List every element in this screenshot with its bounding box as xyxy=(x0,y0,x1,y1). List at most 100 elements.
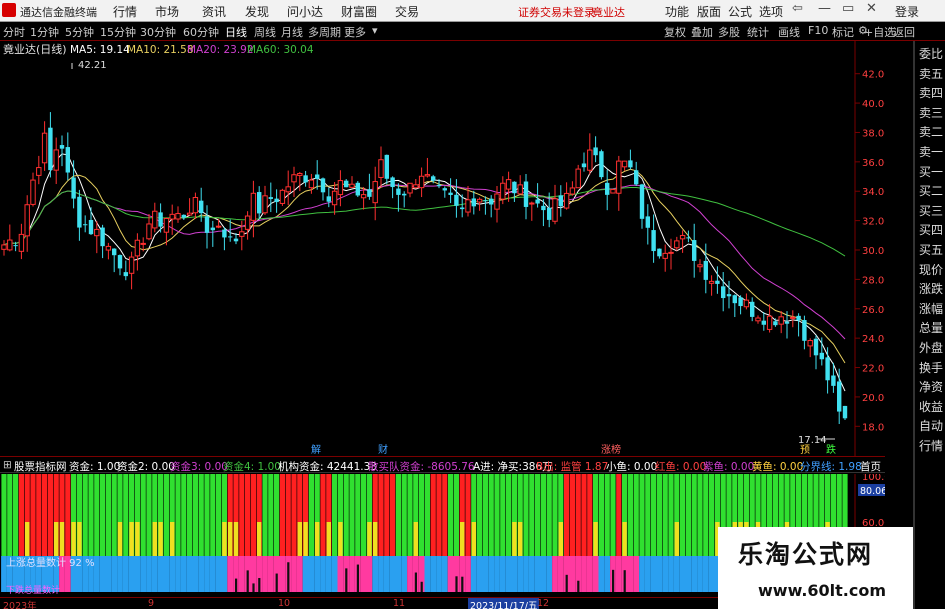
candle-body-up[interactable] xyxy=(169,213,175,220)
candle-body-down[interactable] xyxy=(639,184,645,219)
candle-body-down[interactable] xyxy=(761,320,766,325)
login-button[interactable]: 登录 xyxy=(895,3,919,20)
candle-body-up[interactable] xyxy=(331,190,338,206)
candle-body-up[interactable] xyxy=(53,149,59,171)
candle-body-up[interactable] xyxy=(239,231,245,237)
event-tag-drop[interactable]: 跌 xyxy=(826,443,836,456)
menu-item-news[interactable]: 资讯 xyxy=(202,3,226,20)
candle-body-up[interactable] xyxy=(152,210,158,229)
candle-body-down[interactable] xyxy=(784,321,790,324)
candle-body-up[interactable] xyxy=(186,212,193,216)
candle-body-down[interactable] xyxy=(692,240,697,261)
toolbar-multi-stock[interactable]: 多股 xyxy=(718,24,740,40)
candle-body-down[interactable] xyxy=(825,357,830,381)
candle-body-up[interactable] xyxy=(552,198,558,222)
event-tag-forecast[interactable]: 预 xyxy=(800,444,810,456)
candle-body-up[interactable] xyxy=(360,194,367,199)
indicator-home-button[interactable]: 首页 xyxy=(860,459,881,474)
candle-body-up[interactable] xyxy=(505,179,512,190)
candle-body-up[interactable] xyxy=(192,197,199,214)
toolbar-add-watchlist[interactable]: +自选 xyxy=(864,24,895,40)
candle-body-up[interactable] xyxy=(30,179,36,205)
candle-body-down[interactable] xyxy=(738,297,743,307)
side-panel-item[interactable]: 收益 xyxy=(919,398,943,415)
candle-body-down[interactable] xyxy=(837,381,842,412)
candle-body-down[interactable] xyxy=(715,280,720,284)
candle-body-up[interactable] xyxy=(418,175,425,189)
period-multi[interactable]: 多周期 xyxy=(308,24,341,40)
candle-body-up[interactable] xyxy=(291,174,297,183)
side-panel-item[interactable]: 买三 xyxy=(919,202,943,219)
period-tick[interactable]: 分时 xyxy=(3,24,25,40)
menu-item-market[interactable]: 市场 xyxy=(155,3,179,20)
candle-body-down[interactable] xyxy=(634,170,639,185)
candle-body-down[interactable] xyxy=(645,216,650,228)
candle-body-up[interactable] xyxy=(134,239,141,257)
candle-body-down[interactable] xyxy=(489,198,494,205)
candle-body-up[interactable] xyxy=(337,180,344,196)
candle-body-up[interactable] xyxy=(250,192,257,221)
candle-body-down[interactable] xyxy=(535,199,540,204)
candle-body-down[interactable] xyxy=(512,181,517,194)
side-panel-item[interactable]: 总量 xyxy=(919,319,943,336)
side-panel-item[interactable]: 买一 xyxy=(919,163,943,180)
toolbar-back[interactable]: 返回 xyxy=(893,24,915,40)
candle-body-down[interactable] xyxy=(547,207,552,220)
candle-body-up[interactable] xyxy=(610,189,616,194)
candle-body-down[interactable] xyxy=(732,295,737,304)
candle-body-down[interactable] xyxy=(199,200,204,214)
candle-body-down[interactable] xyxy=(628,160,633,168)
logout-icon[interactable]: ⇦ xyxy=(792,1,803,16)
candle-body-down[interactable] xyxy=(77,196,82,228)
candle-body-down[interactable] xyxy=(599,151,604,178)
candle-body-up[interactable] xyxy=(674,240,680,249)
side-panel-item[interactable]: 自动 xyxy=(919,417,943,434)
candle-body-down[interactable] xyxy=(100,227,105,247)
period-60min[interactable]: 60分钟 xyxy=(183,24,219,40)
candle-body-up[interactable] xyxy=(465,199,471,213)
candle-body-down[interactable] xyxy=(65,147,70,173)
candle-body-up[interactable] xyxy=(662,252,668,259)
candle-body-up[interactable] xyxy=(766,315,773,330)
candle-body-up[interactable] xyxy=(500,182,506,200)
candle-body-down[interactable] xyxy=(431,176,436,181)
period-monthly[interactable]: 月线 xyxy=(281,24,303,40)
period-1min[interactable]: 1分钟 xyxy=(30,24,59,40)
candle-body-down[interactable] xyxy=(204,216,210,233)
period-30min[interactable]: 30分钟 xyxy=(140,24,176,40)
candle-body-down[interactable] xyxy=(123,272,128,277)
candle-body-down[interactable] xyxy=(228,236,233,238)
candle-body-up[interactable] xyxy=(587,149,593,171)
maximize-icon[interactable]: ▭ xyxy=(842,1,854,16)
candle-body-up[interactable] xyxy=(24,204,30,237)
period-15min[interactable]: 15分钟 xyxy=(100,24,136,40)
candle-body-down[interactable] xyxy=(819,352,824,360)
candle-body-up[interactable] xyxy=(378,159,384,178)
candle-body-down[interactable] xyxy=(605,182,610,195)
menu-item-trade[interactable]: 交易 xyxy=(395,3,419,20)
candle-body-down[interactable] xyxy=(88,219,94,235)
candle-body-down[interactable] xyxy=(442,188,447,191)
candle-body-down[interactable] xyxy=(558,195,563,207)
candle-body-down[interactable] xyxy=(320,178,326,193)
menu-item-layout[interactable]: 版面 xyxy=(697,3,721,20)
candle-body-down[interactable] xyxy=(523,181,529,207)
candle-body-up[interactable] xyxy=(94,228,100,237)
candle-body-down[interactable] xyxy=(651,230,656,252)
candle-body-down[interactable] xyxy=(402,193,407,196)
candle-body-down[interactable] xyxy=(355,182,360,196)
candle-body-down[interactable] xyxy=(117,255,123,269)
candle-body-up[interactable] xyxy=(215,225,222,228)
event-tag-unlock[interactable]: 解 xyxy=(311,443,321,456)
candle-body-up[interactable] xyxy=(140,242,146,245)
chevron-down-icon[interactable]: ▾ xyxy=(372,24,378,37)
candle-body-down[interactable] xyxy=(471,198,476,207)
menu-item-ask[interactable]: 问小达 xyxy=(287,3,323,20)
candle-body-down[interactable] xyxy=(71,177,76,199)
side-panel-item[interactable]: 涨跌 xyxy=(919,280,943,297)
toolbar-overlay[interactable]: 叠加 xyxy=(691,24,713,40)
expand-icon[interactable]: ⊞ xyxy=(3,459,12,471)
candle-body-down[interactable] xyxy=(222,229,227,238)
side-panel-item[interactable]: 卖四 xyxy=(919,84,943,101)
candle-body-up[interactable] xyxy=(128,256,135,274)
